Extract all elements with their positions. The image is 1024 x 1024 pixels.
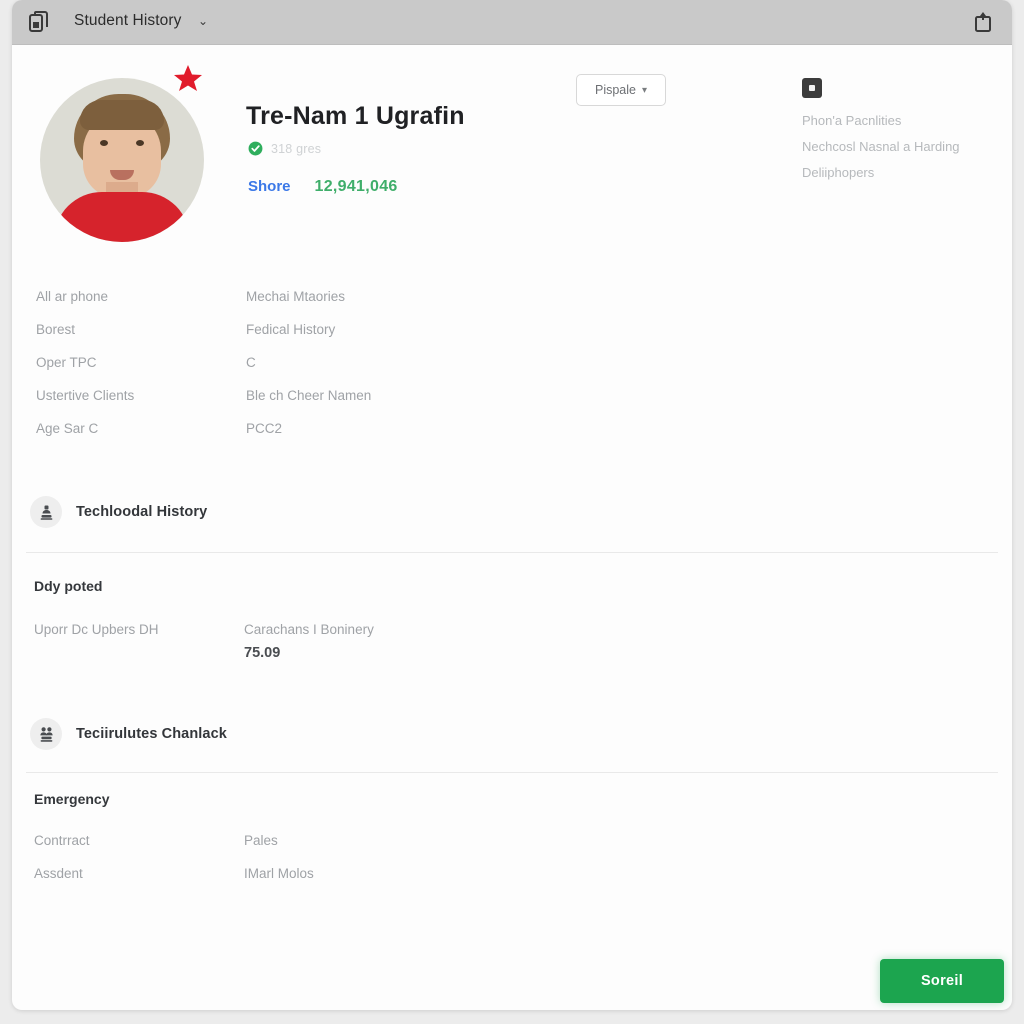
save-button[interactable]: Soreil bbox=[880, 959, 1004, 1003]
info-grid: All ar phone Mechai Mtaories Borest Fedi… bbox=[36, 288, 636, 453]
info-cell-right: Fedical History bbox=[246, 322, 336, 337]
dark-square-icon[interactable] bbox=[802, 78, 822, 98]
info-cell-right: PCC2 bbox=[246, 421, 283, 436]
avatar[interactable] bbox=[40, 78, 204, 242]
pispale-dropdown-button[interactable]: Pispale ▾ bbox=[576, 74, 666, 106]
emergency-grid: Contrract Pales Assdent IMarl Molos bbox=[34, 832, 634, 898]
chevron-down-icon[interactable]: ⌄ bbox=[198, 14, 208, 28]
info-cell-left: Age Sar C bbox=[36, 421, 99, 436]
table-row: Contrract Pales bbox=[34, 832, 634, 865]
side-info-list: Phon'a Pacnlities Nechcosl Nasnal a Hard… bbox=[802, 108, 1012, 186]
app-topbar: Student History ⌄ bbox=[12, 0, 1012, 45]
upload-share-icon[interactable] bbox=[970, 8, 996, 36]
detail-right: Carachans I Boninery bbox=[244, 622, 374, 637]
info-row: Oper TPC C bbox=[36, 354, 636, 387]
info-cell-left: Ustertive Clients bbox=[36, 388, 135, 403]
detail-left: Uporr Dc Upbers DH bbox=[34, 622, 159, 637]
side-info-line: Phon'a Pacnlities bbox=[802, 113, 902, 128]
emergency-cell-right: IMarl Molos bbox=[244, 866, 314, 881]
detail-right-value: 75.09 bbox=[244, 645, 281, 661]
avatar-fringe bbox=[80, 100, 164, 130]
copy-document-icon[interactable] bbox=[26, 9, 52, 35]
avatar-shirt bbox=[54, 192, 190, 242]
student-history-card: Student History ⌄ Tre-Nam 1 Ugrafin 318 … bbox=[12, 0, 1012, 1010]
info-cell-right: Ble ch Cheer Namen bbox=[246, 388, 372, 403]
verified-row: 318 gres bbox=[248, 141, 321, 156]
divider bbox=[26, 772, 998, 773]
stat-row: Shore 12,941,046 bbox=[248, 178, 398, 196]
info-row: Age Sar C PCC2 bbox=[36, 420, 636, 453]
contacts-icon bbox=[30, 718, 62, 750]
table-row: Assdent IMarl Molos bbox=[34, 865, 634, 898]
emergency-cell-right: Pales bbox=[244, 833, 278, 848]
dropdown-label: Pispale bbox=[594, 83, 636, 97]
stamp-glyph bbox=[40, 505, 52, 520]
info-cell-left: Oper TPC bbox=[36, 355, 97, 370]
topbar-title: Student History bbox=[74, 12, 182, 29]
section-header-teciirulutes-chanlack[interactable]: Teciirulutes Chanlack bbox=[30, 718, 227, 750]
avatar-eye-left bbox=[100, 140, 108, 146]
info-cell-right: Mechai Mtaories bbox=[246, 289, 346, 304]
stat-label[interactable]: Shore bbox=[248, 178, 291, 195]
info-row: Ustertive Clients Ble ch Cheer Namen bbox=[36, 387, 636, 420]
side-info-line: Deliiphopers bbox=[802, 165, 875, 180]
section-one-detail-grid: Uporr Dc Upbers DH Carachans I Boninery … bbox=[34, 622, 574, 661]
emergency-cell-left: Contrract bbox=[34, 833, 90, 848]
info-cell-right: C bbox=[246, 355, 256, 370]
section-title: Techloodal History bbox=[76, 504, 208, 520]
info-row: All ar phone Mechai Mtaories bbox=[36, 288, 636, 321]
upload-share-glyph bbox=[975, 12, 991, 32]
side-info-line: Nechcosl Nasnal a Harding bbox=[802, 139, 960, 154]
info-cell-left: Borest bbox=[36, 322, 76, 337]
subsection-heading: Emergency bbox=[34, 791, 110, 807]
section-title: Teciirulutes Chanlack bbox=[76, 726, 227, 742]
info-row: Borest Fedical History bbox=[36, 321, 636, 354]
stamp-icon bbox=[30, 496, 62, 528]
subsection-heading: Ddy poted bbox=[34, 578, 103, 594]
copy-document-glyph bbox=[29, 11, 48, 32]
page-title: Tre-Nam 1 Ugrafin bbox=[246, 102, 465, 130]
verified-label: 318 gres bbox=[271, 141, 322, 156]
emergency-cell-left: Assdent bbox=[34, 866, 83, 881]
contacts-glyph bbox=[39, 726, 53, 742]
info-cell-left: All ar phone bbox=[36, 289, 109, 304]
avatar-eye-right bbox=[136, 140, 144, 146]
square-icon-dot bbox=[809, 85, 815, 91]
red-star-badge-icon bbox=[172, 62, 204, 94]
divider bbox=[26, 552, 998, 553]
avatar-image bbox=[40, 78, 204, 242]
chevron-down-icon: ▾ bbox=[641, 84, 648, 96]
verified-check-icon bbox=[248, 141, 263, 156]
section-header-techloodal-history[interactable]: Techloodal History bbox=[30, 496, 207, 528]
star-glyph bbox=[174, 65, 202, 91]
stat-value: 12,941,046 bbox=[314, 178, 398, 195]
